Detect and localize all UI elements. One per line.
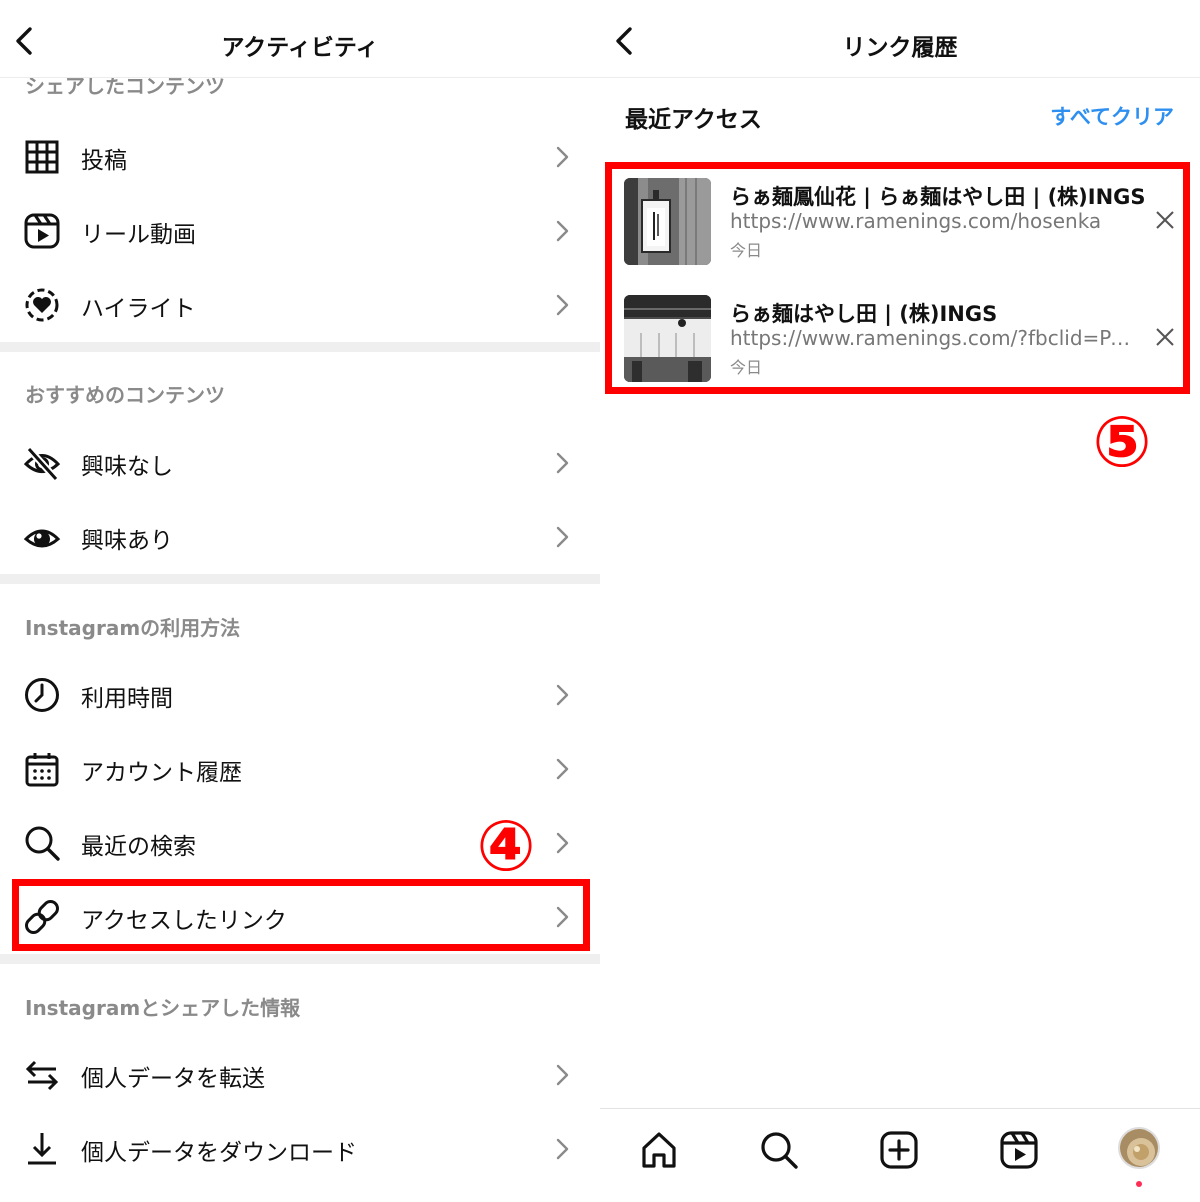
profile-avatar[interactable]: [1118, 1127, 1160, 1169]
section-divider: [0, 574, 600, 584]
menu-item-label: 興味なし: [81, 454, 173, 480]
menu-item-transfer-data[interactable]: 個人データを転送: [0, 1038, 600, 1112]
menu-item-label: 利用時間: [81, 686, 173, 712]
close-icon[interactable]: [1154, 326, 1176, 348]
grid-icon: [25, 140, 59, 174]
step-4-annotation: ④: [476, 805, 536, 887]
eye-icon: [23, 529, 61, 548]
link-history-item[interactable]: らぁ麺はやし田 | (株)INGS https://www.ramenings.…: [614, 282, 1188, 392]
search-icon: [25, 826, 60, 861]
chevron-right-icon: [556, 906, 569, 928]
notification-dot: [1136, 1181, 1142, 1187]
menu-item-reels[interactable]: リール動画: [0, 194, 600, 268]
chevron-right-icon: [556, 146, 569, 168]
bottom-tab-bar: [600, 1108, 1200, 1202]
link-title: らぁ麺鳳仙花 | らぁ麺はやし田 | (株)INGS: [730, 185, 1146, 209]
section-label-recommended: おすすめのコンテンツ: [25, 383, 225, 407]
menu-item-label: 個人データを転送: [81, 1066, 265, 1092]
clock-icon: [25, 678, 59, 712]
menu-item-interested[interactable]: 興味あり: [0, 500, 600, 574]
chevron-right-icon: [556, 758, 569, 780]
link-history-screen: リンク履歴 最近アクセス すべてクリア らぁ麺鳳仙花 | らぁ麺はやし田 | (…: [600, 0, 1200, 1202]
reels-icon: [24, 213, 60, 249]
menu-item-download-data[interactable]: 個人データをダウンロード: [0, 1112, 600, 1186]
link-title: らぁ麺はやし田 | (株)INGS: [730, 302, 998, 326]
chevron-right-icon: [556, 1064, 569, 1086]
chevron-right-icon: [556, 294, 569, 316]
menu-item-label: 興味あり: [81, 528, 173, 554]
chevron-right-icon: [556, 1138, 569, 1160]
menu-item-time-spent[interactable]: 利用時間: [0, 658, 600, 732]
clear-all-button[interactable]: すべてクリア: [1050, 101, 1174, 131]
recent-access-label: 最近アクセス: [625, 107, 762, 133]
menu-item-highlights[interactable]: ハイライト: [0, 268, 600, 342]
page-title: リンク履歴: [842, 35, 958, 61]
link-url: https://www.ramenings.com/?fbclid=PA...: [730, 326, 1142, 350]
storefront-noren-thumbnail: [624, 295, 711, 382]
menu-item-label: 最近の検索: [81, 834, 196, 860]
menu-item-label: 投稿: [81, 148, 127, 174]
section-label-shared-info: Instagramとシェアした情報: [25, 996, 301, 1020]
menu-item-not-interested[interactable]: 興味なし: [0, 426, 600, 500]
link-icon: [25, 900, 59, 934]
section-divider: [0, 342, 600, 352]
search-icon[interactable]: [758, 1129, 800, 1171]
chevron-right-icon: [556, 526, 569, 548]
download-icon: [28, 1133, 56, 1165]
calendar-icon: [25, 753, 59, 787]
link-history-item[interactable]: らぁ麺鳳仙花 | らぁ麺はやし田 | (株)INGS https://www.r…: [614, 165, 1188, 275]
chevron-right-icon: [556, 220, 569, 242]
link-date: 今日: [730, 358, 763, 377]
chevron-right-icon: [556, 452, 569, 474]
menu-item-label: リール動画: [81, 222, 196, 248]
step-5-annotation: ⑤: [1092, 401, 1152, 483]
link-history-header: リンク履歴: [600, 0, 1200, 78]
avatar-image: [1120, 1129, 1158, 1167]
section-label-usage: Instagramの利用方法: [25, 616, 241, 640]
menu-item-label: 個人データをダウンロード: [81, 1140, 357, 1166]
eye-off-icon: [23, 446, 61, 482]
link-thumbnail: [624, 178, 711, 265]
link-url: https://www.ramenings.com/hosenka: [730, 209, 1102, 233]
create-icon[interactable]: [878, 1129, 920, 1171]
activity-screen: アクティビティ シェアしたコンテンツ 投稿 リール動画 ハイライト おすすめのコ…: [0, 0, 600, 1202]
highlight-icon: [25, 288, 59, 322]
close-icon[interactable]: [1154, 209, 1176, 231]
link-date: 今日: [730, 241, 763, 260]
menu-item-account-history[interactable]: アカウント履歴: [0, 732, 600, 806]
chevron-right-icon: [556, 832, 569, 854]
chevron-right-icon: [556, 684, 569, 706]
link-thumbnail: [624, 295, 711, 382]
section-divider: [0, 954, 600, 964]
menu-item-label: アクセスしたリンク: [81, 908, 287, 934]
menu-item-label: ハイライト: [81, 296, 196, 322]
menu-item-posts[interactable]: 投稿: [0, 120, 600, 194]
activity-header: アクティビティ: [0, 0, 600, 78]
storefront-sign-thumbnail: [624, 178, 711, 265]
home-icon[interactable]: [638, 1129, 680, 1171]
transfer-icon: [25, 1060, 59, 1091]
reels-icon[interactable]: [998, 1129, 1040, 1171]
menu-item-label: アカウント履歴: [81, 760, 242, 786]
menu-item-visited-links[interactable]: アクセスしたリンク: [0, 880, 600, 954]
page-title: アクティビティ: [221, 35, 379, 61]
